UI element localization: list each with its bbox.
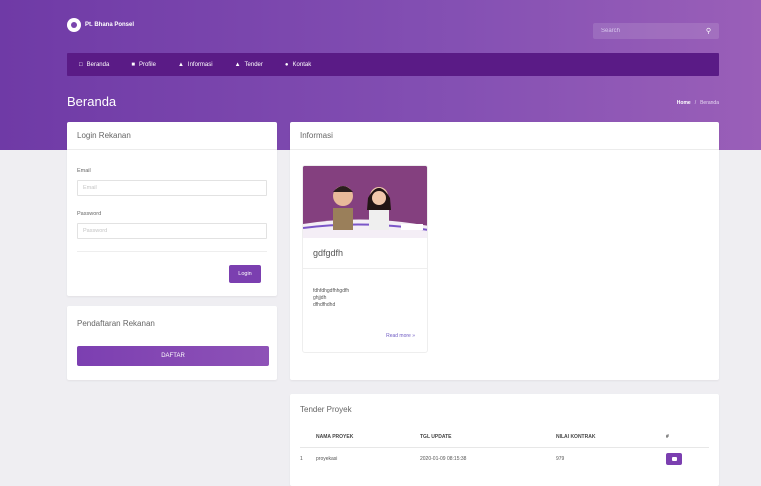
password-label: Password [77,211,102,217]
cell-action [666,453,709,465]
login-title: Login Rekanan [67,122,277,150]
info-title: Informasi [290,122,719,150]
nav-label: Kontak [292,61,312,68]
view-detail-button[interactable] [666,453,682,465]
post-desc-line: ghjjdh [313,295,327,301]
nav-item-profile[interactable]: ■ Profile [131,62,156,68]
cell-value: 979 [556,456,565,462]
nav-label: Informasi [187,61,213,68]
post-divider [303,268,427,269]
register-button[interactable]: DAFTAR [77,346,269,366]
tender-card: Tender Proyek NAMA PROYEK TGL UPDATE NIL… [290,394,719,486]
tender-title: Tender Proyek [300,405,352,414]
col-nilai-kontrak: NILAI KONTRAK [556,433,596,440]
nav-item-tender[interactable]: ▲ Tender [235,62,263,68]
cell-no: 1 [300,456,303,462]
read-more-link[interactable]: Read more » [386,333,415,339]
post-desc-line: fdhfdhgdfhhgdfh [313,288,350,294]
page-title: Beranda [67,94,117,109]
email-label: Email [77,168,91,174]
password-field[interactable] [77,223,267,239]
post-image [303,166,427,238]
car-icon: ▲ [177,61,184,68]
cell-date: 2020-01-09 08:15:38 [420,456,467,462]
nav-item-kontak[interactable]: ● Kontak [285,62,311,68]
email-field[interactable] [77,180,267,196]
post-desc-line: dfhdfhdhd [313,302,336,308]
post-illustration [303,166,427,238]
top-bar: Pt. Bhana Ponsel ⚲ [67,14,719,48]
register-title: Pendaftaran Rekanan [77,319,155,328]
document-icon [671,457,677,461]
nav-label: Profile [138,61,156,68]
search-box: ⚲ [593,23,719,39]
monitor-icon: □ [79,61,83,68]
truck-icon: ■ [131,61,135,68]
login-divider [77,251,267,252]
logo[interactable]: Pt. Bhana Ponsel [67,18,137,32]
info-post-card[interactable]: gdfgdfh fdhfdhgdfhhgdfh ghjjdh dfhdfhdhd… [302,165,428,353]
tender-table: NAMA PROYEK TGL UPDATE NILAI KONTRAK # 1… [300,426,709,470]
cell-name: proyekasi [316,456,338,462]
table-row: 1 proyekasi 2020-01-09 08:15:38 979 [300,448,709,470]
post-title[interactable]: gdfgdfh [313,248,343,258]
col-action: # [666,433,669,440]
nav-label: Beranda [86,61,110,68]
nav-item-informasi[interactable]: ▲ Informasi [178,62,213,68]
nav-item-beranda[interactable]: □ Beranda [79,62,109,68]
register-card: Pendaftaran Rekanan DAFTAR [67,306,277,380]
main-navbar: □ Beranda ■ Profile ▲ Informasi ▲ Tender… [67,53,719,76]
search-input[interactable] [601,28,681,34]
breadcrumb-separator: / [694,100,697,106]
breadcrumb-home[interactable]: Home [677,100,691,106]
col-nama-proyek: NAMA PROYEK [316,433,354,440]
breadcrumb: Home / Beranda [677,100,719,106]
col-tgl-update: TGL UPDATE [420,433,452,440]
user-icon: ● [284,61,289,68]
search-icon[interactable]: ⚲ [706,27,711,35]
post-description: fdhfdhgdfhhgdfh ghjjdh dfhdfhdhd [313,288,349,309]
info-card: Informasi gdfgdfh fdhfdhgdfhhgdfh ghjjdh… [290,122,719,380]
breadcrumb-current: Beranda [700,100,719,106]
logo-text: Pt. Bhana Ponsel [85,21,135,28]
login-card: Login Rekanan Email Password Login [67,122,277,296]
car-icon: ▲ [234,61,241,68]
nav-label: Tender [244,61,263,68]
table-header-row: NAMA PROYEK TGL UPDATE NILAI KONTRAK # [300,426,709,448]
login-button[interactable]: Login [229,265,261,283]
logo-mark-icon [67,18,81,32]
